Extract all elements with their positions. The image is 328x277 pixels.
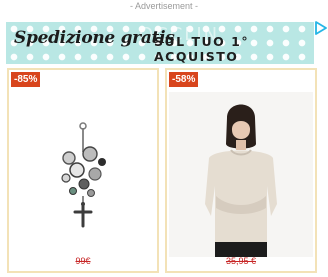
banner-headline: Spedizione gratis xyxy=(14,28,175,48)
promo-banner[interactable]: OCCLIN Spedizione gratis SUL TUO 1° ACQU… xyxy=(6,22,314,64)
product-card-2[interactable]: -58% 35,95 € xyxy=(165,68,317,273)
adchoices-icon[interactable] xyxy=(313,21,327,35)
advertisement-label: - Advertisement - xyxy=(129,1,199,11)
product-image-charm[interactable] xyxy=(11,92,155,257)
old-price: 99€ xyxy=(75,256,91,266)
old-price: 35,95 € xyxy=(225,256,257,266)
banner-subline: SUL TUO 1° ACQUISTO xyxy=(154,34,250,64)
discount-badge: -58% xyxy=(169,72,199,87)
product-card-1[interactable]: -85% 99€ xyxy=(7,68,159,273)
product-image-sweater[interactable] xyxy=(169,92,313,257)
discount-badge: -85% xyxy=(11,72,41,87)
